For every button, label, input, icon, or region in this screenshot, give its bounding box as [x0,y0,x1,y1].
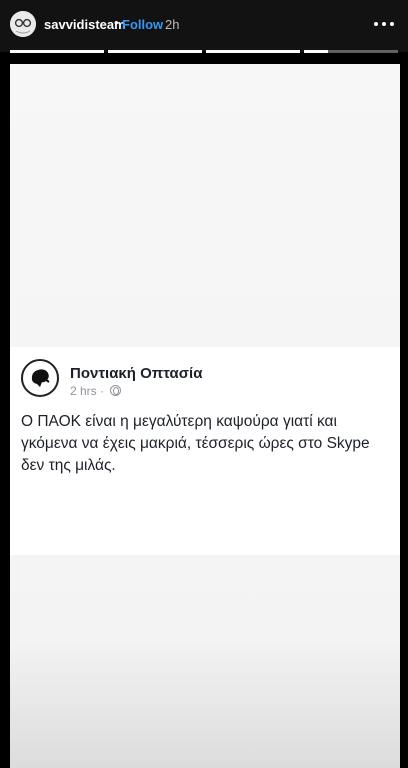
separator-dot: • [114,15,119,30]
story-header: savvidisteam • Follow 2h [0,0,408,52]
post-age: 2h [165,17,180,32]
post-text: Ο ΠΑΟΚ είναι η μεγαλύτερη καψούρα γιατί … [21,413,370,474]
story-progress-segment [206,50,300,53]
story-progress-segment-current [304,50,398,53]
user-avatar[interactable] [10,11,36,37]
follow-button[interactable]: Follow [122,17,163,32]
more-options-icon[interactable] [372,12,396,36]
story-progress-fill [304,50,328,53]
story-content[interactable]: Ποντιακή Οπτασία 2 hrs · Ο ΠΑΟΚ είναι η … [10,64,400,768]
page-name[interactable]: Ποντιακή Οπτασία [70,365,202,382]
facebook-post-card: Ποντιακή Οπτασία 2 hrs · Ο ΠΑΟΚ είναι η … [10,347,400,555]
post-time: 2 hrs · [70,384,105,398]
story-progress-segment [10,50,104,53]
story-progress-segment [108,50,202,53]
page-logo-icon [21,359,59,397]
globe-icon [110,385,121,396]
